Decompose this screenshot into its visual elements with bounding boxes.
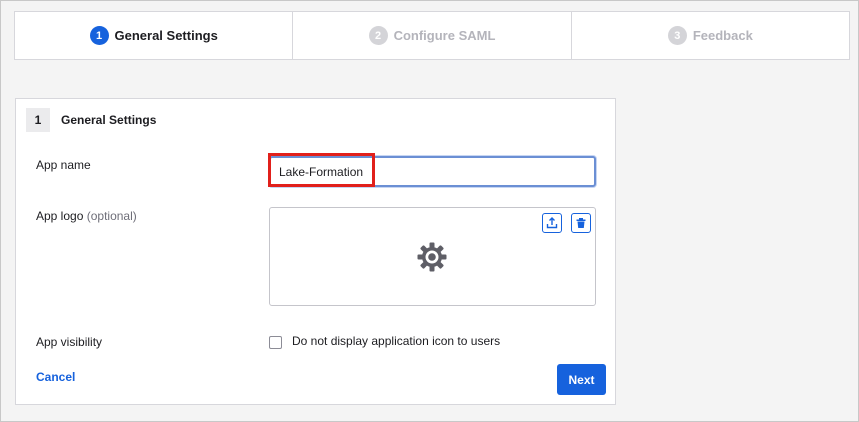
wizard-stepper: 1 General Settings 2 Configure SAML 3 Fe… xyxy=(14,11,850,60)
step-number: 2 xyxy=(368,26,388,45)
trash-icon xyxy=(576,218,586,228)
app-name-label: App name xyxy=(36,158,91,172)
card-header: 1 General Settings xyxy=(26,108,156,132)
step-label: Feedback xyxy=(692,28,753,43)
app-visibility-label: App visibility xyxy=(36,335,103,349)
app-logo-label-text: App logo xyxy=(36,209,84,223)
step-feedback[interactable]: 3 Feedback xyxy=(572,12,849,59)
next-button[interactable]: Next xyxy=(557,364,606,395)
page-frame: 1 General Settings 2 Configure SAML 3 Fe… xyxy=(0,0,859,422)
optional-hint: (optional) xyxy=(86,209,137,223)
upload-logo-button[interactable] xyxy=(542,213,562,233)
step-label: Configure SAML xyxy=(393,28,496,43)
step-number: 3 xyxy=(667,26,687,45)
step-general-settings[interactable]: 1 General Settings xyxy=(15,12,294,59)
cancel-link[interactable]: Cancel xyxy=(36,370,75,384)
delete-logo-button[interactable] xyxy=(571,213,591,233)
annotation-highlight-box xyxy=(268,153,375,187)
step-number: 1 xyxy=(89,26,109,45)
upload-icon xyxy=(546,217,558,229)
section-title: General Settings xyxy=(61,113,157,127)
gear-icon xyxy=(417,242,447,272)
app-logo-dropzone[interactable] xyxy=(269,207,596,306)
app-logo-label: App logo (optional) xyxy=(36,209,137,223)
section-number-badge: 1 xyxy=(26,108,50,132)
hide-icon-checkbox[interactable] xyxy=(269,336,282,349)
hide-icon-checkbox-label[interactable]: Do not display application icon to users xyxy=(292,334,500,348)
general-settings-card: 1 General Settings App name App logo (op… xyxy=(15,98,616,405)
step-label: General Settings xyxy=(114,28,218,43)
step-configure-saml[interactable]: 2 Configure SAML xyxy=(293,12,572,59)
